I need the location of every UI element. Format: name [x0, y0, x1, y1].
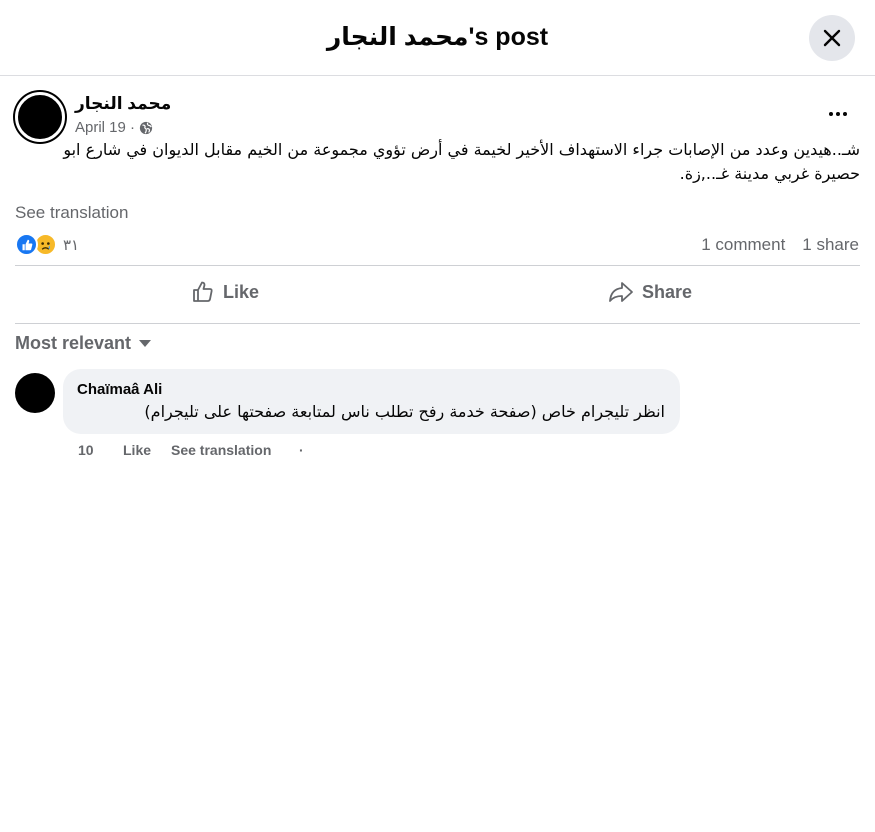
divider: [15, 265, 860, 266]
author-avatar[interactable]: [15, 92, 65, 142]
globe-icon: [139, 121, 153, 134]
sort-label: Most relevant: [15, 333, 132, 353]
comment-text: انظر تليجرام خاص (صفحة خدمة رفح تطلب ناس…: [144, 402, 665, 421]
more-dot: [836, 112, 840, 116]
close-icon: [823, 29, 841, 47]
post-date[interactable]: April 19 ·: [75, 119, 135, 136]
caret-down-icon: [139, 339, 152, 347]
commenter-avatar[interactable]: [15, 373, 55, 413]
more-dot: [829, 112, 833, 116]
page-title: محمد النجار's post: [326, 23, 549, 51]
more-dot: [843, 112, 847, 116]
see-translation-link[interactable]: See translation: [15, 203, 128, 223]
close-button[interactable]: [809, 15, 855, 61]
separator-dot: ·: [299, 442, 304, 458]
like-reaction-icon: [15, 233, 38, 256]
divider: [15, 323, 860, 324]
share-label: Share: [641, 281, 693, 302]
engagement-counts: 1 comment 1 share: [701, 235, 859, 255]
author-name[interactable]: محمد النجار: [75, 94, 171, 114]
post-meta: April 19 ·: [75, 119, 153, 136]
sad-face-icon: [41, 242, 51, 250]
comment-sort-dropdown[interactable]: Most relevant: [15, 333, 152, 354]
like-label: Like: [222, 281, 260, 302]
share-button[interactable]: Share: [440, 270, 860, 314]
commenter-name[interactable]: Chaïmaâ Ali: [77, 381, 162, 398]
reaction-count: ٣١: [63, 235, 80, 254]
like-button[interactable]: Like: [15, 270, 435, 314]
comment-bubble: Chaïmaâ Ali انظر تليجرام خاص (صفحة خدمة …: [63, 369, 680, 434]
post-text: شـ..هيدين وعدد من الإصابات جراء الاستهدا…: [63, 140, 860, 183]
dialog-header: محمد النجار's post: [0, 0, 875, 76]
thumbs-up-icon: [22, 239, 32, 250]
comment-see-translation[interactable]: See translation: [171, 442, 271, 458]
more-options-button[interactable]: [820, 102, 856, 126]
comment-like-button[interactable]: Like: [123, 442, 151, 458]
share-icon: [609, 282, 633, 302]
thumbs-up-icon: [193, 281, 213, 302]
comment-count[interactable]: 1 comment: [701, 235, 785, 255]
reactions-summary[interactable]: ٣١: [15, 233, 79, 256]
comment-age[interactable]: 10: [78, 442, 94, 458]
share-count[interactable]: 1 share: [802, 235, 859, 255]
